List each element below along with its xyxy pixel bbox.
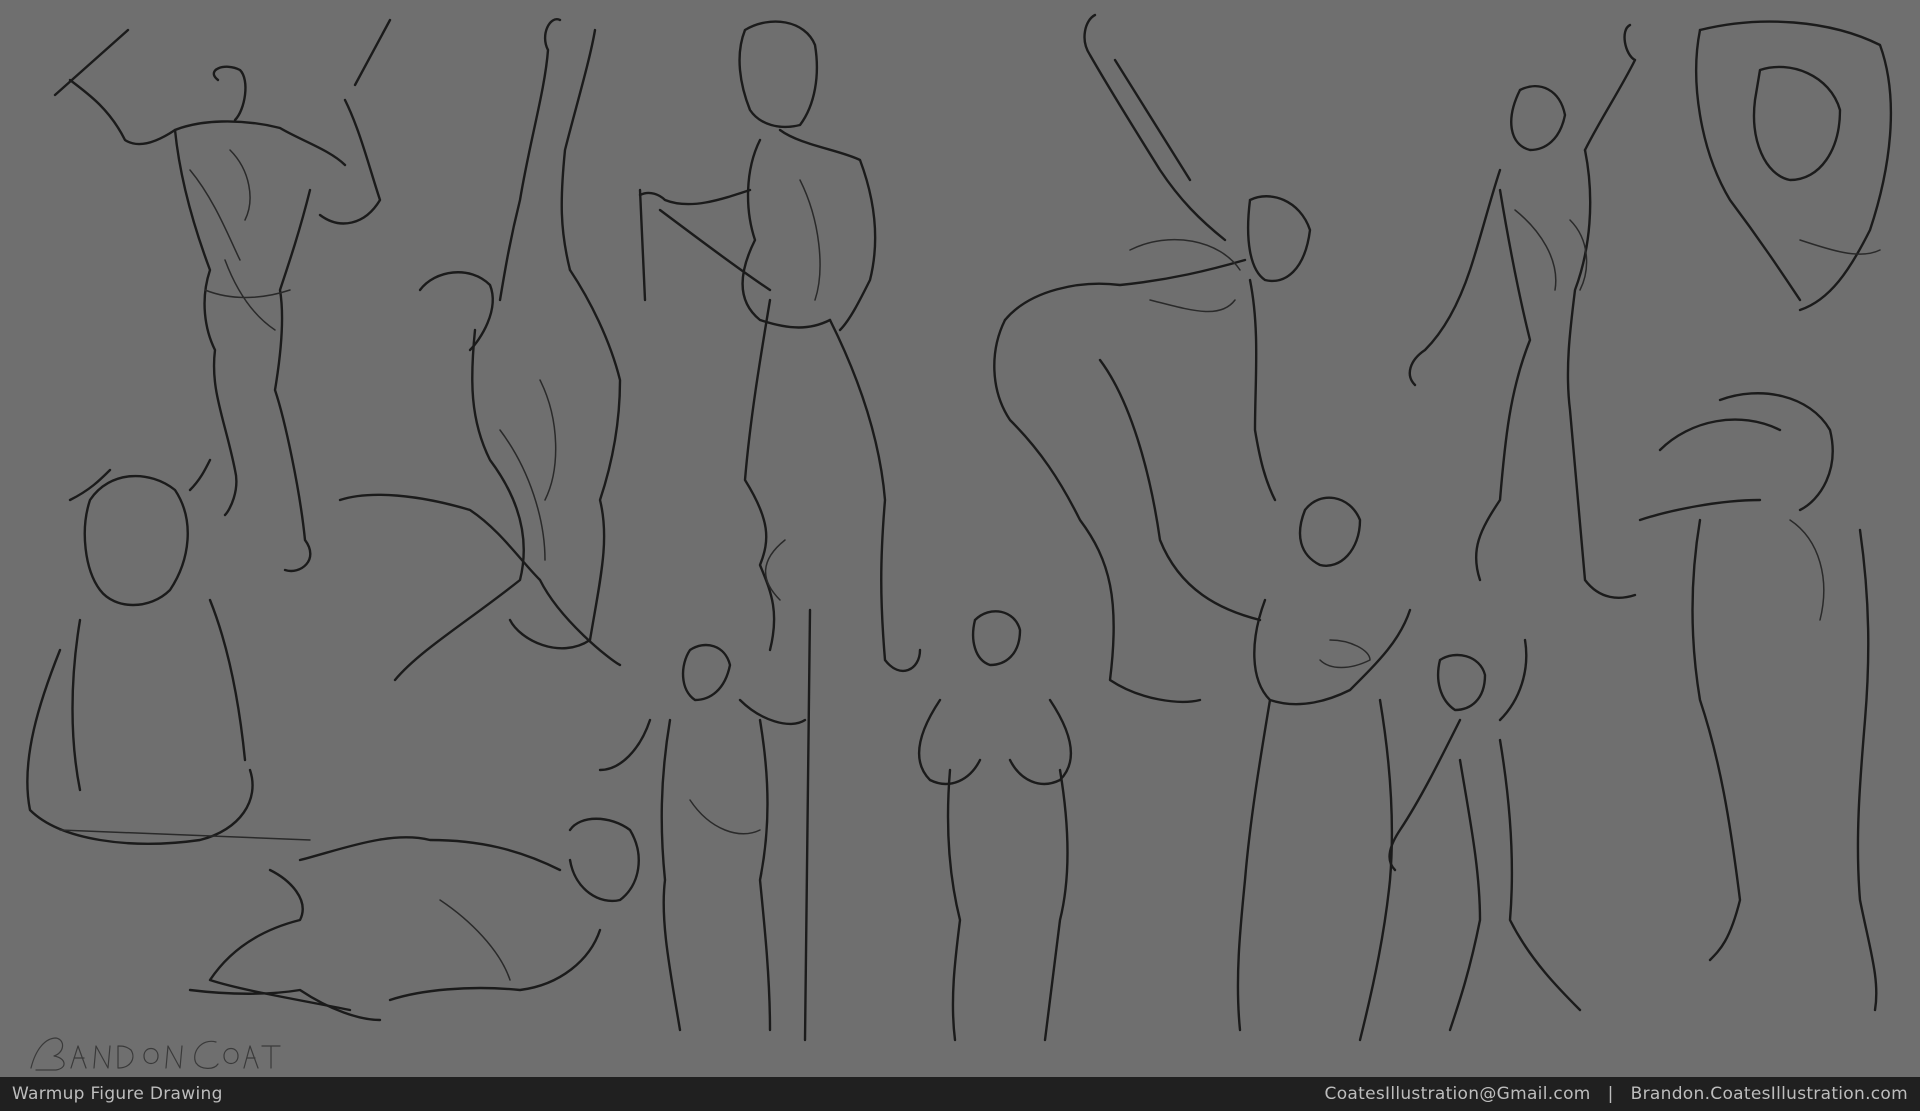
figure-sketches bbox=[26, 13, 1893, 1042]
figure-woman-hips bbox=[917, 610, 1073, 1042]
signature-logo bbox=[30, 1037, 281, 1071]
footer-separator: | bbox=[1607, 1084, 1614, 1104]
figure-crouching-top-right bbox=[1695, 20, 1893, 312]
figure-woman-staff bbox=[598, 608, 812, 1042]
figure-woman-bowl bbox=[1236, 496, 1412, 1042]
figure-man-cloth bbox=[1638, 392, 1878, 1012]
figure-girl-reaching bbox=[1388, 638, 1582, 1032]
footer-title: Warmup Figure Drawing bbox=[12, 1084, 223, 1104]
footer-bar: Warmup Figure Drawing CoatesIllustration… bbox=[0, 1077, 1920, 1111]
figure-kneeling-woman bbox=[338, 18, 622, 682]
figure-standing-woman bbox=[1408, 23, 1637, 599]
sketch-canvas bbox=[0, 0, 1920, 1077]
figure-mustached-man bbox=[638, 20, 922, 672]
figure-reclining-man bbox=[188, 817, 640, 1022]
artist-signature bbox=[26, 1028, 288, 1074]
figure-bending-woman bbox=[993, 13, 1312, 703]
figure-creature-bust bbox=[26, 458, 311, 845]
footer-email[interactable]: CoatesIllustration@Gmail.com bbox=[1325, 1084, 1591, 1104]
footer-website[interactable]: Brandon.CoatesIllustration.com bbox=[1631, 1084, 1908, 1104]
figure-man-sword bbox=[53, 18, 392, 573]
footer-contact: CoatesIllustration@Gmail.com | Brandon.C… bbox=[1325, 1084, 1908, 1104]
